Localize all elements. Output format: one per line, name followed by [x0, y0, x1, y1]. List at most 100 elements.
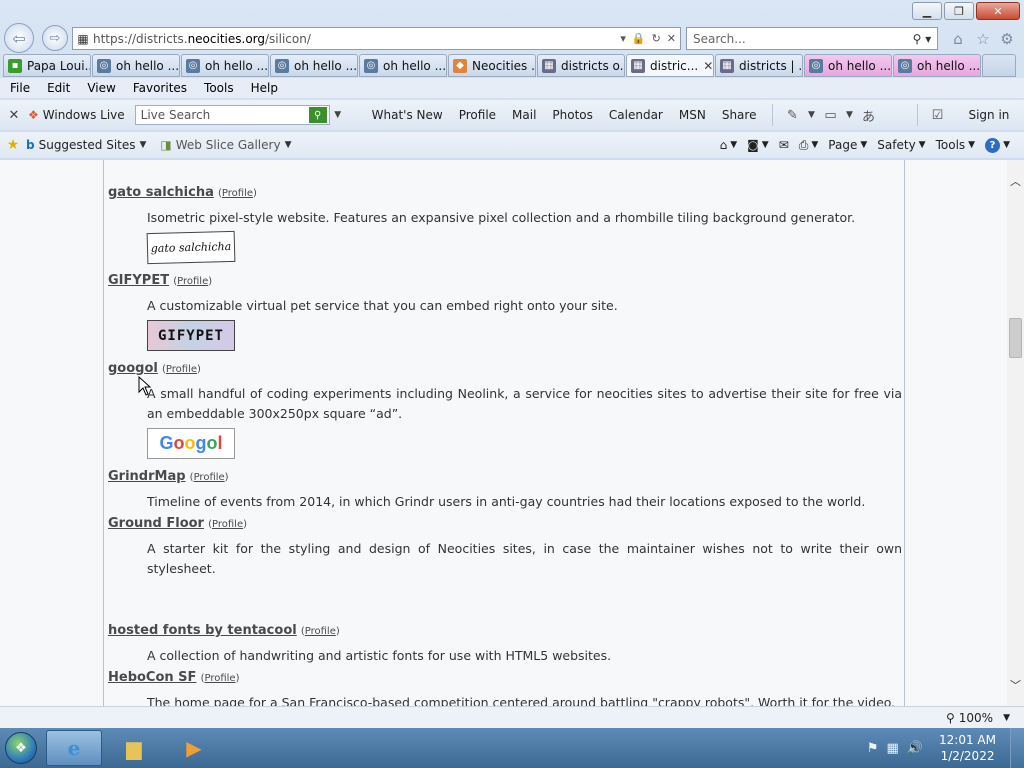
- address-url[interactable]: https://districts.neocities.org/silicon/: [93, 32, 620, 46]
- feeds-button[interactable]: ◙ ▼: [747, 138, 769, 152]
- site-link[interactable]: HeboCon SF: [108, 670, 196, 685]
- profile-link[interactable]: Profile: [222, 188, 253, 199]
- dropdown-icon[interactable]: ▾: [620, 32, 626, 45]
- site-badge[interactable]: gato salchicha: [146, 230, 236, 265]
- browser-tab[interactable]: ◎ oh hello ...: [181, 54, 269, 77]
- checkbox-icon[interactable]: ☑: [926, 108, 948, 123]
- vertical-scrollbar[interactable]: ︿ ﹀: [1007, 160, 1024, 706]
- menu-view[interactable]: View: [82, 81, 127, 95]
- chevron-down-icon[interactable]: ▼: [330, 110, 346, 120]
- livebar-link[interactable]: Profile: [451, 108, 504, 122]
- search-go-icon[interactable]: ⚲: [308, 107, 327, 123]
- close-toolbar-icon[interactable]: ✕: [0, 108, 28, 123]
- command-safety[interactable]: Safety ▼: [877, 138, 925, 152]
- search-input[interactable]: Search...: [693, 32, 907, 46]
- home-button[interactable]: ⌂ ▼: [720, 138, 738, 152]
- browser-tab[interactable]: ◆ Neocities ...: [448, 54, 536, 77]
- site-badge[interactable]: GIFYPET: [147, 320, 235, 351]
- show-desktop-button[interactable]: [1010, 728, 1024, 768]
- browser-tab[interactable]: ◎ oh hello ...: [359, 54, 447, 77]
- windows-live-brand[interactable]: ❖ Windows Live: [28, 108, 135, 122]
- browser-tab[interactable]: ◎ oh hello ...: [804, 54, 892, 77]
- taskbar-ie-button[interactable]: e: [46, 730, 102, 766]
- profile-link[interactable]: Profile: [166, 364, 197, 375]
- profile-link[interactable]: Profile: [204, 673, 235, 684]
- livebar-link[interactable]: MSN: [671, 108, 714, 122]
- sign-in-link[interactable]: Sign in: [960, 108, 1017, 122]
- taskbar-media-button[interactable]: ▶: [166, 730, 222, 766]
- livebar-link[interactable]: Share: [714, 108, 765, 122]
- live-search-box[interactable]: Live Search ⚲: [134, 105, 330, 125]
- back-button[interactable]: ⇦: [4, 23, 34, 53]
- browser-tab[interactable]: ▪ Papa Loui...: [3, 54, 91, 77]
- maximize-button[interactable]: ❐: [944, 2, 974, 20]
- site-link[interactable]: GrindrMap: [108, 469, 186, 484]
- web-slice-gallery-button[interactable]: ◨ Web Slice Gallery ▼: [160, 138, 305, 152]
- lock-icon[interactable]: 🔒: [632, 32, 646, 45]
- browser-tab[interactable]: ▦ distric... ✕: [626, 54, 714, 77]
- scroll-up-icon[interactable]: ︿: [1007, 172, 1024, 189]
- livebar-link[interactable]: What's New: [364, 108, 451, 122]
- translate-icon[interactable]: あ: [857, 106, 879, 125]
- clock[interactable]: 12:01 AM 1/2/2022: [929, 732, 1010, 764]
- profile-link[interactable]: Profile: [177, 276, 208, 287]
- taskbar-explorer-button[interactable]: ▆: [106, 730, 162, 766]
- menu-favorites[interactable]: Favorites: [128, 81, 199, 95]
- livebar-link[interactable]: Photos: [544, 108, 600, 122]
- browser-tab[interactable]: ◎ oh hello ...: [270, 54, 358, 77]
- favorites-star-icon[interactable]: ☆: [973, 29, 993, 49]
- edit-icon[interactable]: ✎: [781, 108, 803, 123]
- home-icon[interactable]: ⌂: [948, 29, 968, 49]
- site-link[interactable]: GIFYPET: [108, 273, 169, 288]
- zoom-icon: ⚲: [945, 710, 955, 725]
- browser-tab[interactable]: ◎ oh hello ...: [893, 54, 981, 77]
- forward-button[interactable]: ⇨: [42, 25, 68, 51]
- profile-link[interactable]: Profile: [194, 472, 225, 483]
- window-icon[interactable]: ▭: [819, 108, 841, 123]
- gear-icon[interactable]: ⚙: [997, 29, 1017, 49]
- command-page[interactable]: Page ▼: [828, 138, 867, 152]
- command-tools[interactable]: Tools ▼: [936, 138, 975, 152]
- help-button[interactable]: ? ▼: [985, 137, 1010, 153]
- new-tab-button[interactable]: [982, 54, 1016, 77]
- scroll-thumb[interactable]: [1009, 318, 1022, 358]
- search-box[interactable]: Search... ⚲ ▾: [686, 27, 938, 50]
- scroll-down-icon[interactable]: ﹀: [1007, 676, 1024, 693]
- profile-link[interactable]: Profile: [212, 519, 243, 530]
- address-bar[interactable]: ▦ https://districts.neocities.org/silico…: [72, 27, 681, 50]
- close-tab-icon[interactable]: ✕: [703, 59, 713, 73]
- start-button[interactable]: ❖: [0, 728, 42, 768]
- livebar-link[interactable]: Mail: [504, 108, 544, 122]
- search-icon[interactable]: ⚲ ▾: [907, 32, 937, 46]
- favorites-icon[interactable]: ★: [0, 137, 26, 153]
- suggested-sites-button[interactable]: b Suggested Sites ▼: [26, 138, 160, 152]
- menu-file[interactable]: File: [5, 81, 42, 95]
- site-link[interactable]: gato salchicha: [108, 185, 214, 200]
- menu-tools[interactable]: Tools: [199, 81, 246, 95]
- menu-edit[interactable]: Edit: [42, 81, 82, 95]
- menu-help[interactable]: Help: [246, 81, 290, 95]
- network-icon[interactable]: ▦: [887, 741, 899, 756]
- read-mail-button[interactable]: ✉: [779, 138, 789, 152]
- site-link[interactable]: googol: [108, 361, 158, 376]
- minimize-button[interactable]: ▁: [912, 2, 942, 20]
- action-center-flag-icon[interactable]: ⚑: [867, 741, 879, 756]
- zoom-control[interactable]: ⚲ 100% ▼: [946, 711, 1024, 725]
- browser-chrome: ▁ ❐ ✕ ⇦ ⇨ ▦ https://districts.neocities.…: [0, 0, 1024, 160]
- site-badge[interactable]: Googol: [147, 428, 235, 459]
- chevron-down-icon[interactable]: ▼: [803, 110, 819, 120]
- site-link[interactable]: Ground Floor: [108, 516, 204, 531]
- site-link[interactable]: hosted fonts by tentacool: [108, 623, 297, 638]
- profile-link[interactable]: Profile: [305, 626, 336, 637]
- live-search-input[interactable]: Live Search: [141, 108, 309, 122]
- browser-tab[interactable]: ▦ districts | ...: [715, 54, 803, 77]
- stop-icon[interactable]: ✕: [667, 32, 676, 45]
- livebar-link[interactable]: Calendar: [601, 108, 671, 122]
- close-button[interactable]: ✕: [976, 2, 1020, 20]
- print-button[interactable]: ⎙ ▼: [799, 138, 819, 153]
- browser-tab[interactable]: ▦ districts o...: [537, 54, 625, 77]
- refresh-icon[interactable]: ↻: [652, 32, 661, 45]
- chevron-down-icon[interactable]: ▼: [841, 110, 857, 120]
- volume-icon[interactable]: 🔊: [907, 741, 923, 756]
- browser-tab[interactable]: ◎ oh hello ...: [92, 54, 180, 77]
